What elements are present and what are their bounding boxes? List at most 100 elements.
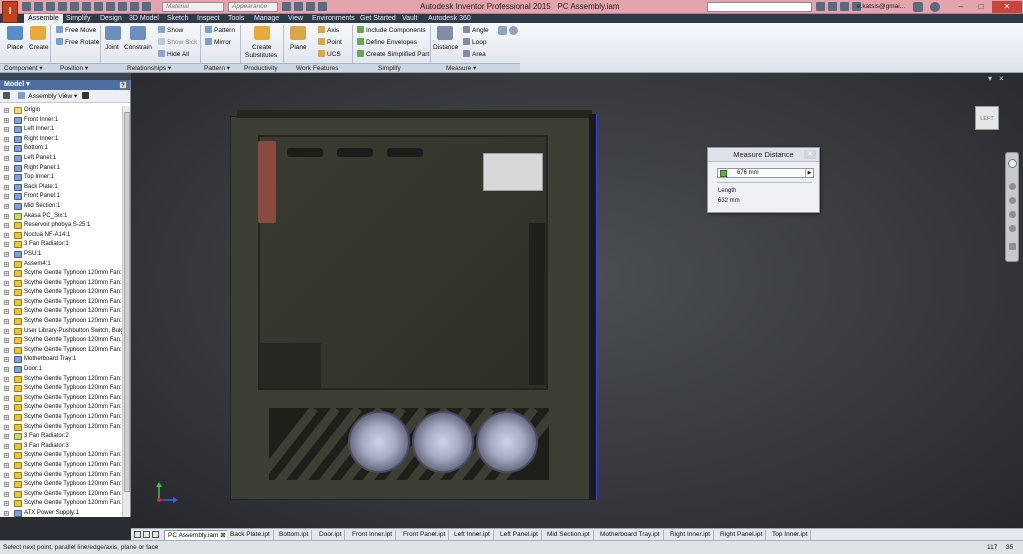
expand-icon[interactable]: + [4, 424, 9, 430]
expand-icon[interactable]: + [4, 328, 9, 334]
browser-item[interactable]: + Scythe Gentle Typhoon 120mm Fan:7 [0, 336, 122, 346]
color-icon[interactable] [306, 2, 315, 11]
tab-simplify[interactable]: Simplify [62, 14, 95, 23]
browser-item[interactable]: + Scythe Gentle Typhoon 120mm Fan:1 [0, 394, 122, 404]
doc-tab[interactable]: Front Panel.ipt [400, 530, 450, 540]
expand-icon[interactable]: + [4, 491, 9, 497]
plane-button[interactable]: Plane [290, 44, 307, 51]
browser-item[interactable]: + Scythe Gentle Typhoon 120mm Fan:1 [0, 269, 122, 279]
exchange-icon[interactable] [840, 2, 849, 11]
browser-item[interactable]: + Scythe Gentle Typhoon 120mm Fan:9 [0, 375, 122, 385]
new-icon[interactable] [22, 2, 31, 11]
expand-icon[interactable]: + [4, 319, 9, 325]
pattern-button[interactable]: Pattern [205, 26, 235, 34]
tab-3d-model[interactable]: 3D Model [125, 14, 163, 23]
browser-item[interactable]: + User Library-Pushbutton Switch, Bulg [0, 327, 122, 337]
help-search-input[interactable] [707, 2, 812, 12]
browser-item[interactable]: + Front Panel:1 [0, 192, 122, 202]
browser-item[interactable]: + PSU:1 [0, 250, 122, 260]
doc-tab-close-icon[interactable]: ⊠ [220, 532, 225, 539]
browser-item[interactable]: + Scythe Gentle Typhoon 120mm Fan:4 [0, 298, 122, 308]
expand-icon[interactable]: + [4, 127, 9, 133]
browser-item[interactable]: + Scythe Gentle Typhoon 120mm Fan:1 [0, 403, 122, 413]
doc-tab-pc-assembly[interactable]: PC Assembly.iam ⊠ [164, 530, 230, 540]
redo-icon[interactable] [70, 2, 79, 11]
expand-icon[interactable]: + [4, 213, 9, 219]
open-icon[interactable] [34, 2, 43, 11]
expand-icon[interactable]: + [4, 510, 9, 516]
point-button[interactable]: Point [318, 38, 342, 46]
expand-icon[interactable]: + [4, 482, 9, 488]
browser-item[interactable]: + Scythe Gentle Typhoon 120mm Fan:5 [0, 307, 122, 317]
expand-icon[interactable]: + [4, 386, 9, 392]
browser-item[interactable]: + Top Inner:1 [0, 173, 122, 183]
panel-pattern[interactable]: Pattern ▾ [204, 64, 230, 73]
clear-appearance-icon[interactable] [282, 2, 291, 11]
maximize-button[interactable]: □ [970, 1, 992, 13]
look-at-icon[interactable] [1009, 225, 1016, 232]
browser-item[interactable]: + Scythe Gentle Typhoon 120mm Fan:2 [0, 279, 122, 289]
browser-header[interactable]: Model ▾ ? [0, 80, 130, 90]
expand-icon[interactable]: + [4, 453, 9, 459]
browser-item[interactable]: + Front Inner:1 [0, 116, 122, 126]
browser-item[interactable]: + Scythe Gentle Typhoon 120mm Fan:1 [0, 471, 122, 481]
angle-button[interactable]: Angle [463, 26, 489, 34]
expand-icon[interactable]: + [4, 376, 9, 382]
doc-tab[interactable]: Left Inner.ipt [451, 530, 494, 540]
graphics-viewport[interactable]: ▾ × LEFT [131, 73, 1023, 528]
expand-icon[interactable]: + [4, 175, 9, 181]
expand-icon[interactable]: + [4, 299, 9, 305]
panel-component[interactable]: Component ▾ [4, 64, 43, 73]
save-icon[interactable] [46, 2, 55, 11]
expand-icon[interactable]: + [4, 223, 9, 229]
doc-tab[interactable]: Motherboard Tray.ipt [597, 530, 664, 540]
browser-item[interactable]: + Scythe Gentle Typhoon 120mm Fan:1 [0, 384, 122, 394]
axis-button[interactable]: Axis [318, 26, 339, 34]
subscription-icon[interactable] [828, 2, 837, 11]
measure-dropdown-icon[interactable]: ▶ [805, 169, 813, 177]
browser-item[interactable]: + Mid Section:1 [0, 202, 122, 212]
define-envelopes-button[interactable]: Define Envelopes [357, 38, 417, 46]
browser-item[interactable]: + Scythe Gentle Typhoon 120mm Fan:3 [0, 288, 122, 298]
expand-icon[interactable]: + [4, 501, 9, 507]
browser-item[interactable]: + Right Panel:1 [0, 164, 122, 174]
cascade-icon[interactable] [143, 531, 150, 538]
browser-item[interactable]: + Scythe Gentle Typhoon 120mm Fan:2 [0, 499, 122, 509]
browser-item[interactable]: + Assem4:1 [0, 260, 122, 270]
tab-inspect[interactable]: Inspect [193, 14, 224, 23]
browser-item[interactable]: + Scythe Gentle Typhoon 120mm Fan:1 [0, 490, 122, 500]
doc-tab[interactable]: Right Inner.ipt [667, 530, 715, 540]
tab-assemble[interactable]: Assemble [24, 14, 63, 23]
free-rotate-button[interactable]: Free Rotate [56, 38, 99, 46]
browser-item[interactable]: + Motherboard Tray:1 [0, 355, 122, 365]
tab-environments[interactable]: Environments [308, 14, 359, 23]
pan-icon[interactable] [1009, 183, 1016, 190]
create-simplified-part-button[interactable]: Create Simplified Part [357, 50, 429, 58]
arrange-icon[interactable] [152, 531, 159, 538]
scroll-thumb[interactable] [124, 112, 130, 492]
steering-wheel-icon[interactable] [1008, 159, 1017, 168]
hide-all-button[interactable]: Hide All [158, 50, 189, 58]
tab-get-started[interactable]: Get Started [356, 14, 400, 23]
expand-icon[interactable]: + [4, 443, 9, 449]
fx-icon[interactable] [318, 2, 327, 11]
tab-autodesk-360[interactable]: Autodesk 360 [424, 14, 475, 23]
doc-tab[interactable]: Bottom.ipt [276, 530, 313, 540]
show-button[interactable]: Show [158, 26, 183, 34]
expand-icon[interactable]: + [4, 155, 9, 161]
browser-item[interactable]: + Scythe Gentle Typhoon 120mm Fan:1 [0, 480, 122, 490]
expand-icon[interactable]: + [4, 472, 9, 478]
find-binoculars-icon[interactable] [82, 92, 90, 99]
properties-icon[interactable] [118, 2, 127, 11]
create-substitutes-button[interactable]: Create [252, 44, 272, 51]
mirror-button[interactable]: Mirror [205, 38, 231, 46]
browser-item[interactable]: + Left Inner:1 [0, 125, 122, 135]
browser-item[interactable]: + Origin [0, 106, 122, 116]
expand-icon[interactable]: + [4, 405, 9, 411]
expand-icon[interactable]: + [4, 261, 9, 267]
browser-item[interactable]: + Left Panel:1 [0, 154, 122, 164]
expand-icon[interactable]: + [4, 462, 9, 468]
expand-icon[interactable]: + [4, 357, 9, 363]
viewcube[interactable]: LEFT [975, 106, 999, 130]
ucs-button[interactable]: UCS [318, 50, 341, 58]
